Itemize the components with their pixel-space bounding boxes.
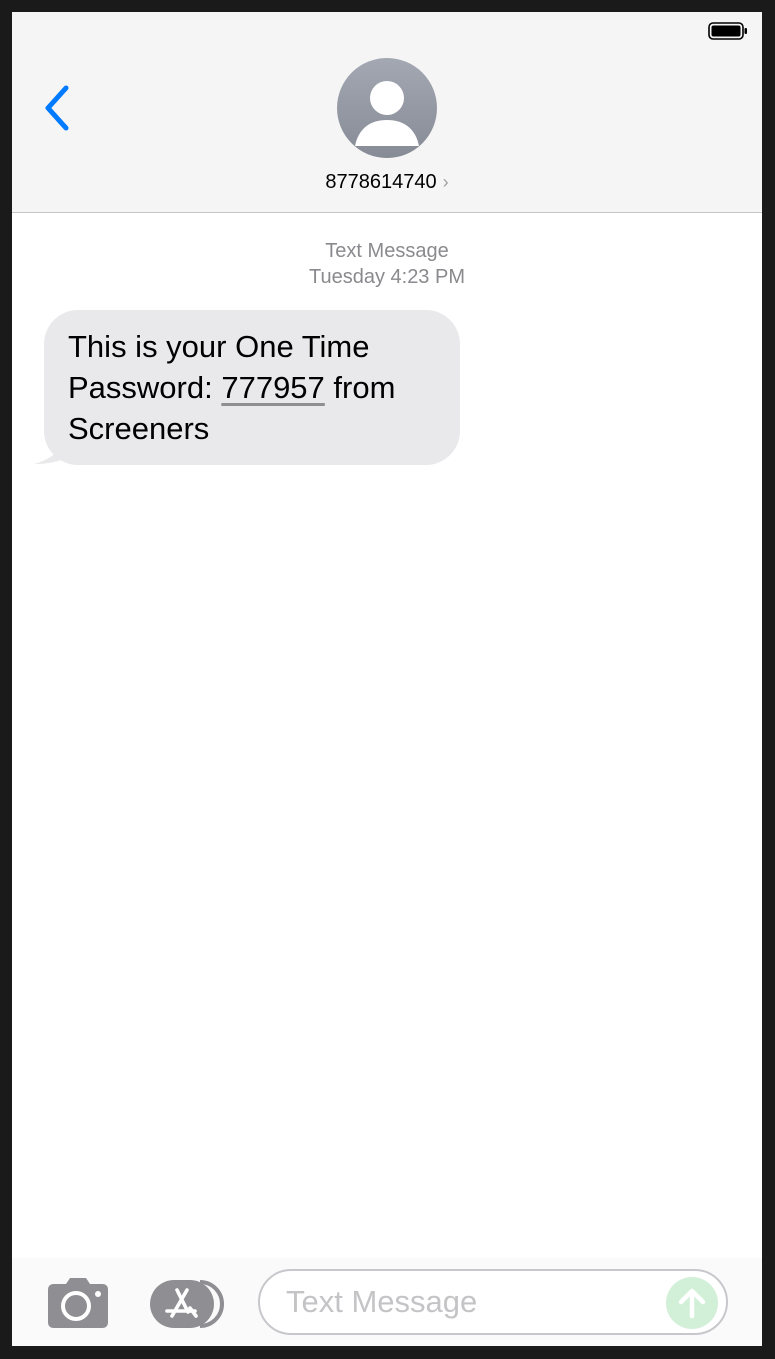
camera-button[interactable] xyxy=(46,1278,110,1330)
messages-screen: 8778614740 › Text Message Tuesday 4:23 PM… xyxy=(12,12,762,1346)
chevron-right-icon: › xyxy=(442,172,449,192)
back-button[interactable] xyxy=(38,82,82,134)
message-timestamp: Tuesday 4:23 PM xyxy=(308,266,465,288)
person-icon xyxy=(355,81,419,146)
contact-name-row[interactable]: 8778614740 › xyxy=(12,167,762,197)
conversation-header: 8778614740 › xyxy=(12,12,762,213)
contact-name: 8778614740 xyxy=(325,171,437,193)
contact-avatar[interactable] xyxy=(337,58,437,158)
composer-bar xyxy=(12,1258,762,1346)
incoming-message-bubble[interactable]: This is your One Time Password: 777957 f… xyxy=(44,310,460,465)
chevron-left-icon xyxy=(45,85,69,131)
message-input-container xyxy=(258,1269,728,1335)
arrow-up-icon xyxy=(678,1288,706,1319)
send-button[interactable] xyxy=(666,1277,718,1329)
app-store-button[interactable] xyxy=(150,1278,226,1330)
service-label: Text Message xyxy=(325,240,449,262)
otp-code-link[interactable]: 777957 xyxy=(221,370,324,405)
battery-icon xyxy=(708,22,747,40)
camera-icon xyxy=(48,1278,108,1328)
message-input[interactable] xyxy=(286,1271,646,1333)
